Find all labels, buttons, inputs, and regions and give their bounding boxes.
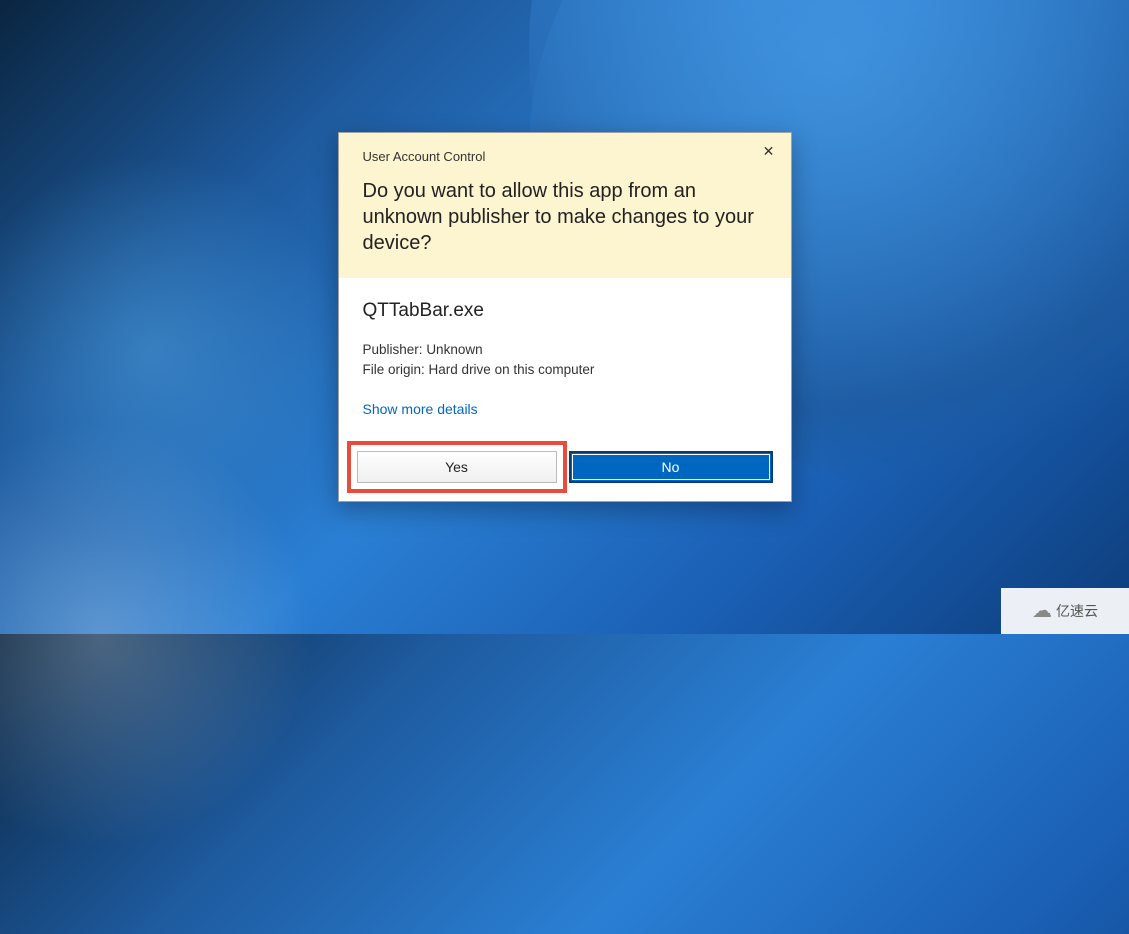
origin-line: File origin: Hard drive on this computer: [363, 360, 767, 380]
uac-dialog: ✕ User Account Control Do you want to al…: [338, 132, 792, 502]
dialog-footer: Yes No: [339, 437, 791, 501]
dialog-title: User Account Control: [363, 149, 767, 164]
watermark: ☁ 亿速云: [1001, 588, 1129, 634]
publisher-line: Publisher: Unknown: [363, 340, 767, 360]
show-more-details-link[interactable]: Show more details: [363, 401, 478, 417]
watermark-text: 亿速云: [1056, 601, 1098, 621]
origin-value: Hard drive on this computer: [429, 362, 595, 377]
publisher-label: Publisher:: [363, 342, 423, 357]
no-button[interactable]: No: [569, 451, 773, 483]
dialog-header: ✕ User Account Control Do you want to al…: [339, 133, 791, 278]
close-icon[interactable]: ✕: [761, 143, 777, 159]
dialog-question: Do you want to allow this app from an un…: [363, 178, 767, 256]
dialog-body: QTTabBar.exe Publisher: Unknown File ori…: [339, 278, 791, 437]
publisher-value: Unknown: [426, 342, 482, 357]
app-name: QTTabBar.exe: [363, 300, 767, 322]
yes-button[interactable]: Yes: [357, 451, 557, 483]
origin-label: File origin:: [363, 362, 425, 377]
cloud-icon: ☁: [1032, 601, 1052, 621]
